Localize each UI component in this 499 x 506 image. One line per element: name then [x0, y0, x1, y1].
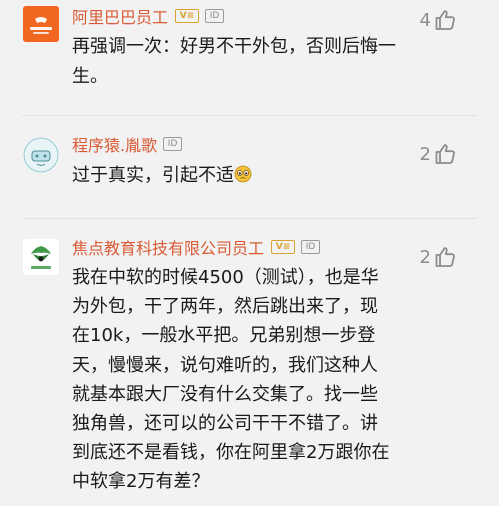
comment-text: 过于真实，引起不适: [72, 161, 410, 191]
comment-text: 再强调一次：好男不干外包，否则后悔一生。: [72, 36, 396, 87]
like-count: 2: [419, 246, 431, 268]
id-badge-icon: ID: [205, 9, 225, 23]
avatar-cartoon[interactable]: [23, 137, 59, 173]
author-row: 焦点教育科技有限公司员工 V≡ ID: [72, 235, 321, 259]
avatar-focus-education[interactable]: [23, 239, 59, 275]
thumbs-up-icon: [433, 8, 457, 32]
cartoon-avatar-icon: [23, 137, 59, 173]
author-name[interactable]: 程序猿.胤歌: [72, 132, 157, 156]
verified-badge-icon: V≡: [271, 240, 296, 254]
thumbs-up-icon: [433, 142, 457, 166]
like-count: 2: [419, 143, 431, 165]
like-button[interactable]: 2: [420, 243, 457, 271]
alibaba-logo-icon: [23, 6, 59, 42]
teary-eyed-emoji-icon: [234, 163, 252, 183]
comment-text: 我在中软的时候4500（测试），也是华为外包，干了两年，然后跳出来了，现在10k…: [72, 267, 390, 493]
like-count: 4: [419, 9, 431, 31]
like-button[interactable]: 4: [420, 6, 457, 34]
id-badge-icon: ID: [301, 240, 321, 254]
author-row: 程序猿.胤歌 ID: [72, 132, 183, 156]
author-name[interactable]: 焦点教育科技有限公司员工: [72, 235, 264, 259]
divider: [22, 115, 477, 116]
id-badge-icon: ID: [163, 137, 183, 151]
author-name[interactable]: 阿里巴巴员工: [72, 4, 168, 28]
thumbs-up-icon: [433, 245, 457, 269]
verified-badge-icon: V≡: [175, 9, 200, 23]
focus-education-logo-icon: [23, 239, 59, 275]
divider: [22, 218, 477, 219]
author-row: 阿里巴巴员工 V≡ ID: [72, 4, 225, 28]
like-button[interactable]: 2: [420, 140, 457, 168]
comment-text-body: 过于真实，引起不适: [72, 165, 234, 186]
avatar-alibaba[interactable]: [23, 6, 59, 42]
